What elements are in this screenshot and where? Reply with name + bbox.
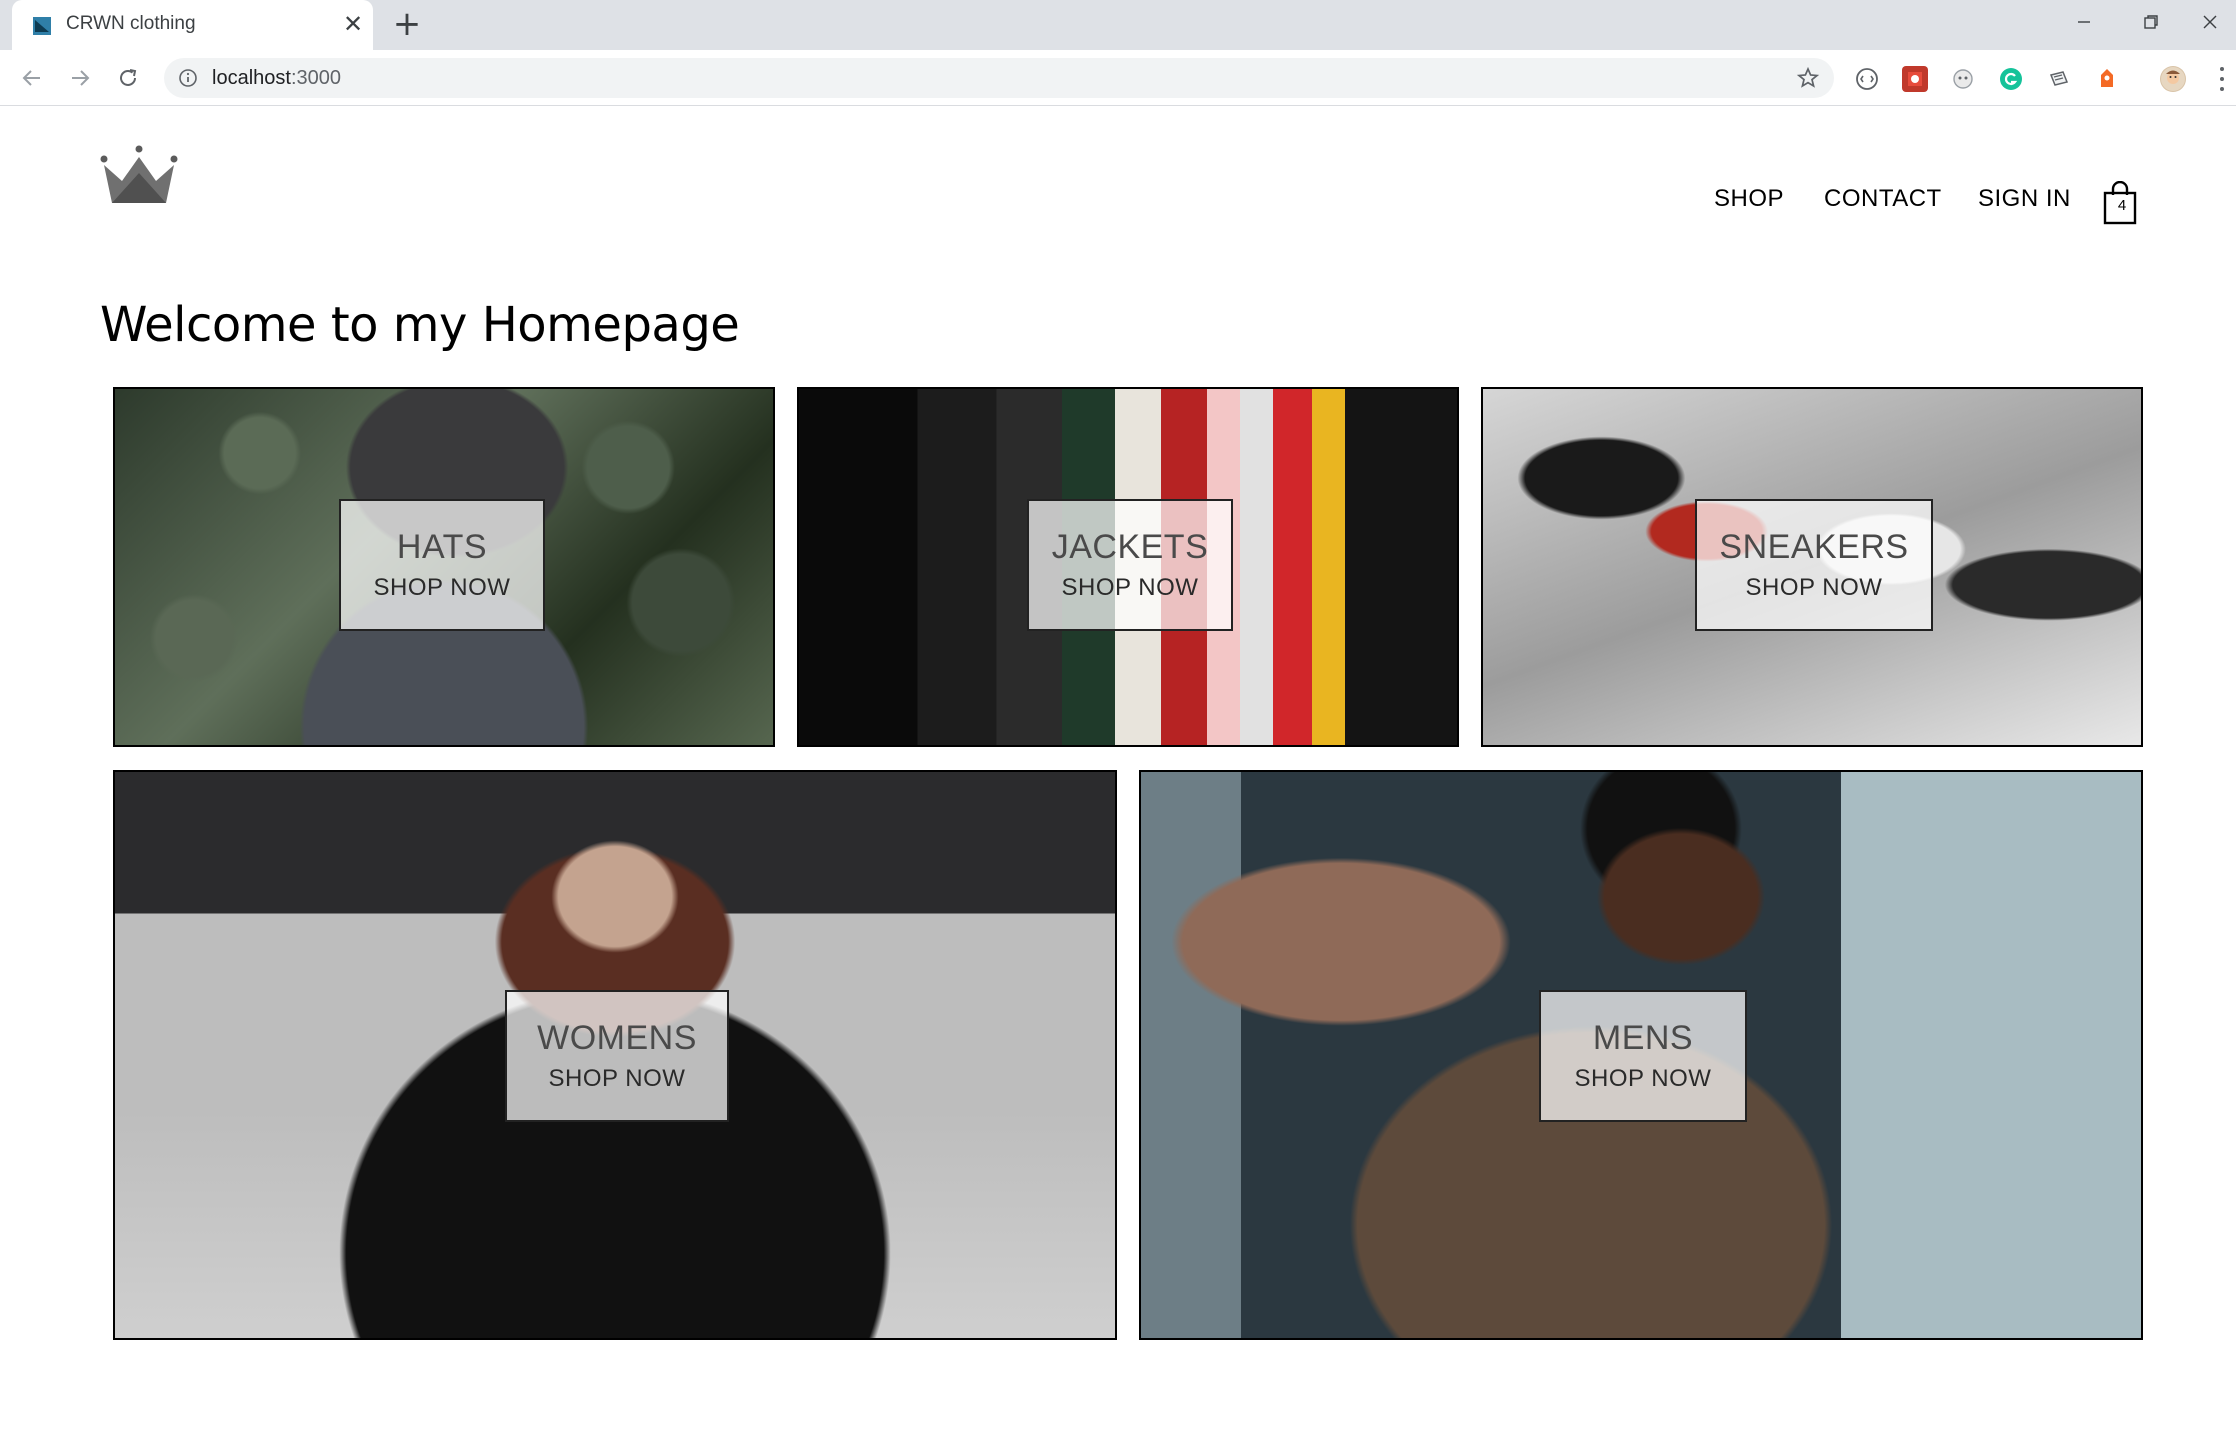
- shop-now-label: SHOP NOW: [1745, 573, 1883, 601]
- bookmark-star-icon[interactable]: [1796, 66, 1820, 90]
- category-card-hats[interactable]: HATS SHOP NOW: [113, 387, 775, 747]
- nav-contact-link[interactable]: CONTACT: [1824, 185, 1942, 213]
- category-title: SNEAKERS: [1719, 528, 1909, 567]
- category-title: HATS: [396, 528, 488, 567]
- shop-now-label: SHOP NOW: [1061, 573, 1199, 601]
- new-tab-icon[interactable]: +: [390, 6, 424, 42]
- page: SHOP CONTACT SIGN IN 4 Welcome to my Hom…: [0, 107, 2236, 1429]
- url-host: localhost: [212, 67, 291, 89]
- category-card-womens[interactable]: WOMENS SHOP NOW: [113, 770, 1117, 1340]
- shop-now-label: SHOP NOW: [373, 573, 511, 601]
- back-icon[interactable]: [16, 62, 48, 94]
- nav-sign-in-link[interactable]: SIGN IN: [1978, 185, 2071, 213]
- browser-menu-icon[interactable]: [2212, 64, 2232, 94]
- tab-close-icon[interactable]: ✕: [340, 10, 366, 38]
- url-text[interactable]: localhost:3000: [212, 67, 341, 90]
- window-close-icon[interactable]: [2180, 0, 2236, 44]
- browser-toolbar: localhost:3000: [0, 50, 2236, 106]
- extension-icon[interactable]: [2094, 66, 2120, 92]
- shop-now-label: SHOP NOW: [1574, 1064, 1712, 1092]
- grammarly-icon[interactable]: [1998, 66, 2024, 92]
- profile-avatar[interactable]: [2160, 66, 2186, 92]
- address-bar[interactable]: localhost:3000: [164, 58, 1834, 98]
- extension-icon[interactable]: [2046, 66, 2072, 92]
- category-title: MENS: [1592, 1019, 1694, 1058]
- browser-tab-strip: CRWN clothing ✕ +: [0, 0, 2236, 50]
- forward-icon[interactable]: [64, 62, 96, 94]
- category-label[interactable]: SNEAKERS SHOP NOW: [1695, 499, 1933, 631]
- category-card-sneakers[interactable]: SNEAKERS SHOP NOW: [1481, 387, 2143, 747]
- category-label[interactable]: WOMENS SHOP NOW: [505, 990, 729, 1122]
- tab-title: CRWN clothing: [66, 13, 196, 34]
- restore-icon[interactable]: [2121, 0, 2181, 44]
- minimize-icon[interactable]: [2054, 0, 2114, 44]
- category-label[interactable]: HATS SHOP NOW: [339, 499, 545, 631]
- category-label[interactable]: MENS SHOP NOW: [1539, 990, 1747, 1122]
- category-label[interactable]: JACKETS SHOP NOW: [1027, 499, 1233, 631]
- crown-logo-icon[interactable]: [100, 145, 178, 209]
- browser-tab[interactable]: CRWN clothing ✕: [12, 0, 373, 50]
- cart-count: 4: [2117, 197, 2127, 214]
- shop-now-label: SHOP NOW: [548, 1064, 686, 1092]
- url-port: :3000: [290, 67, 341, 89]
- category-card-jackets[interactable]: JACKETS SHOP NOW: [797, 387, 1459, 747]
- category-title: JACKETS: [1051, 528, 1209, 567]
- extension-icon[interactable]: [1854, 66, 1880, 92]
- category-title: WOMENS: [537, 1019, 697, 1058]
- extension-icon[interactable]: [1902, 66, 1928, 92]
- extension-icon[interactable]: [1950, 66, 1976, 92]
- favicon-icon: [33, 17, 51, 35]
- info-icon[interactable]: [178, 68, 198, 88]
- category-card-mens[interactable]: MENS SHOP NOW: [1139, 770, 2143, 1340]
- reload-icon[interactable]: [112, 62, 144, 94]
- nav-shop-link[interactable]: SHOP: [1714, 185, 1784, 213]
- page-title: Welcome to my Homepage: [100, 297, 740, 353]
